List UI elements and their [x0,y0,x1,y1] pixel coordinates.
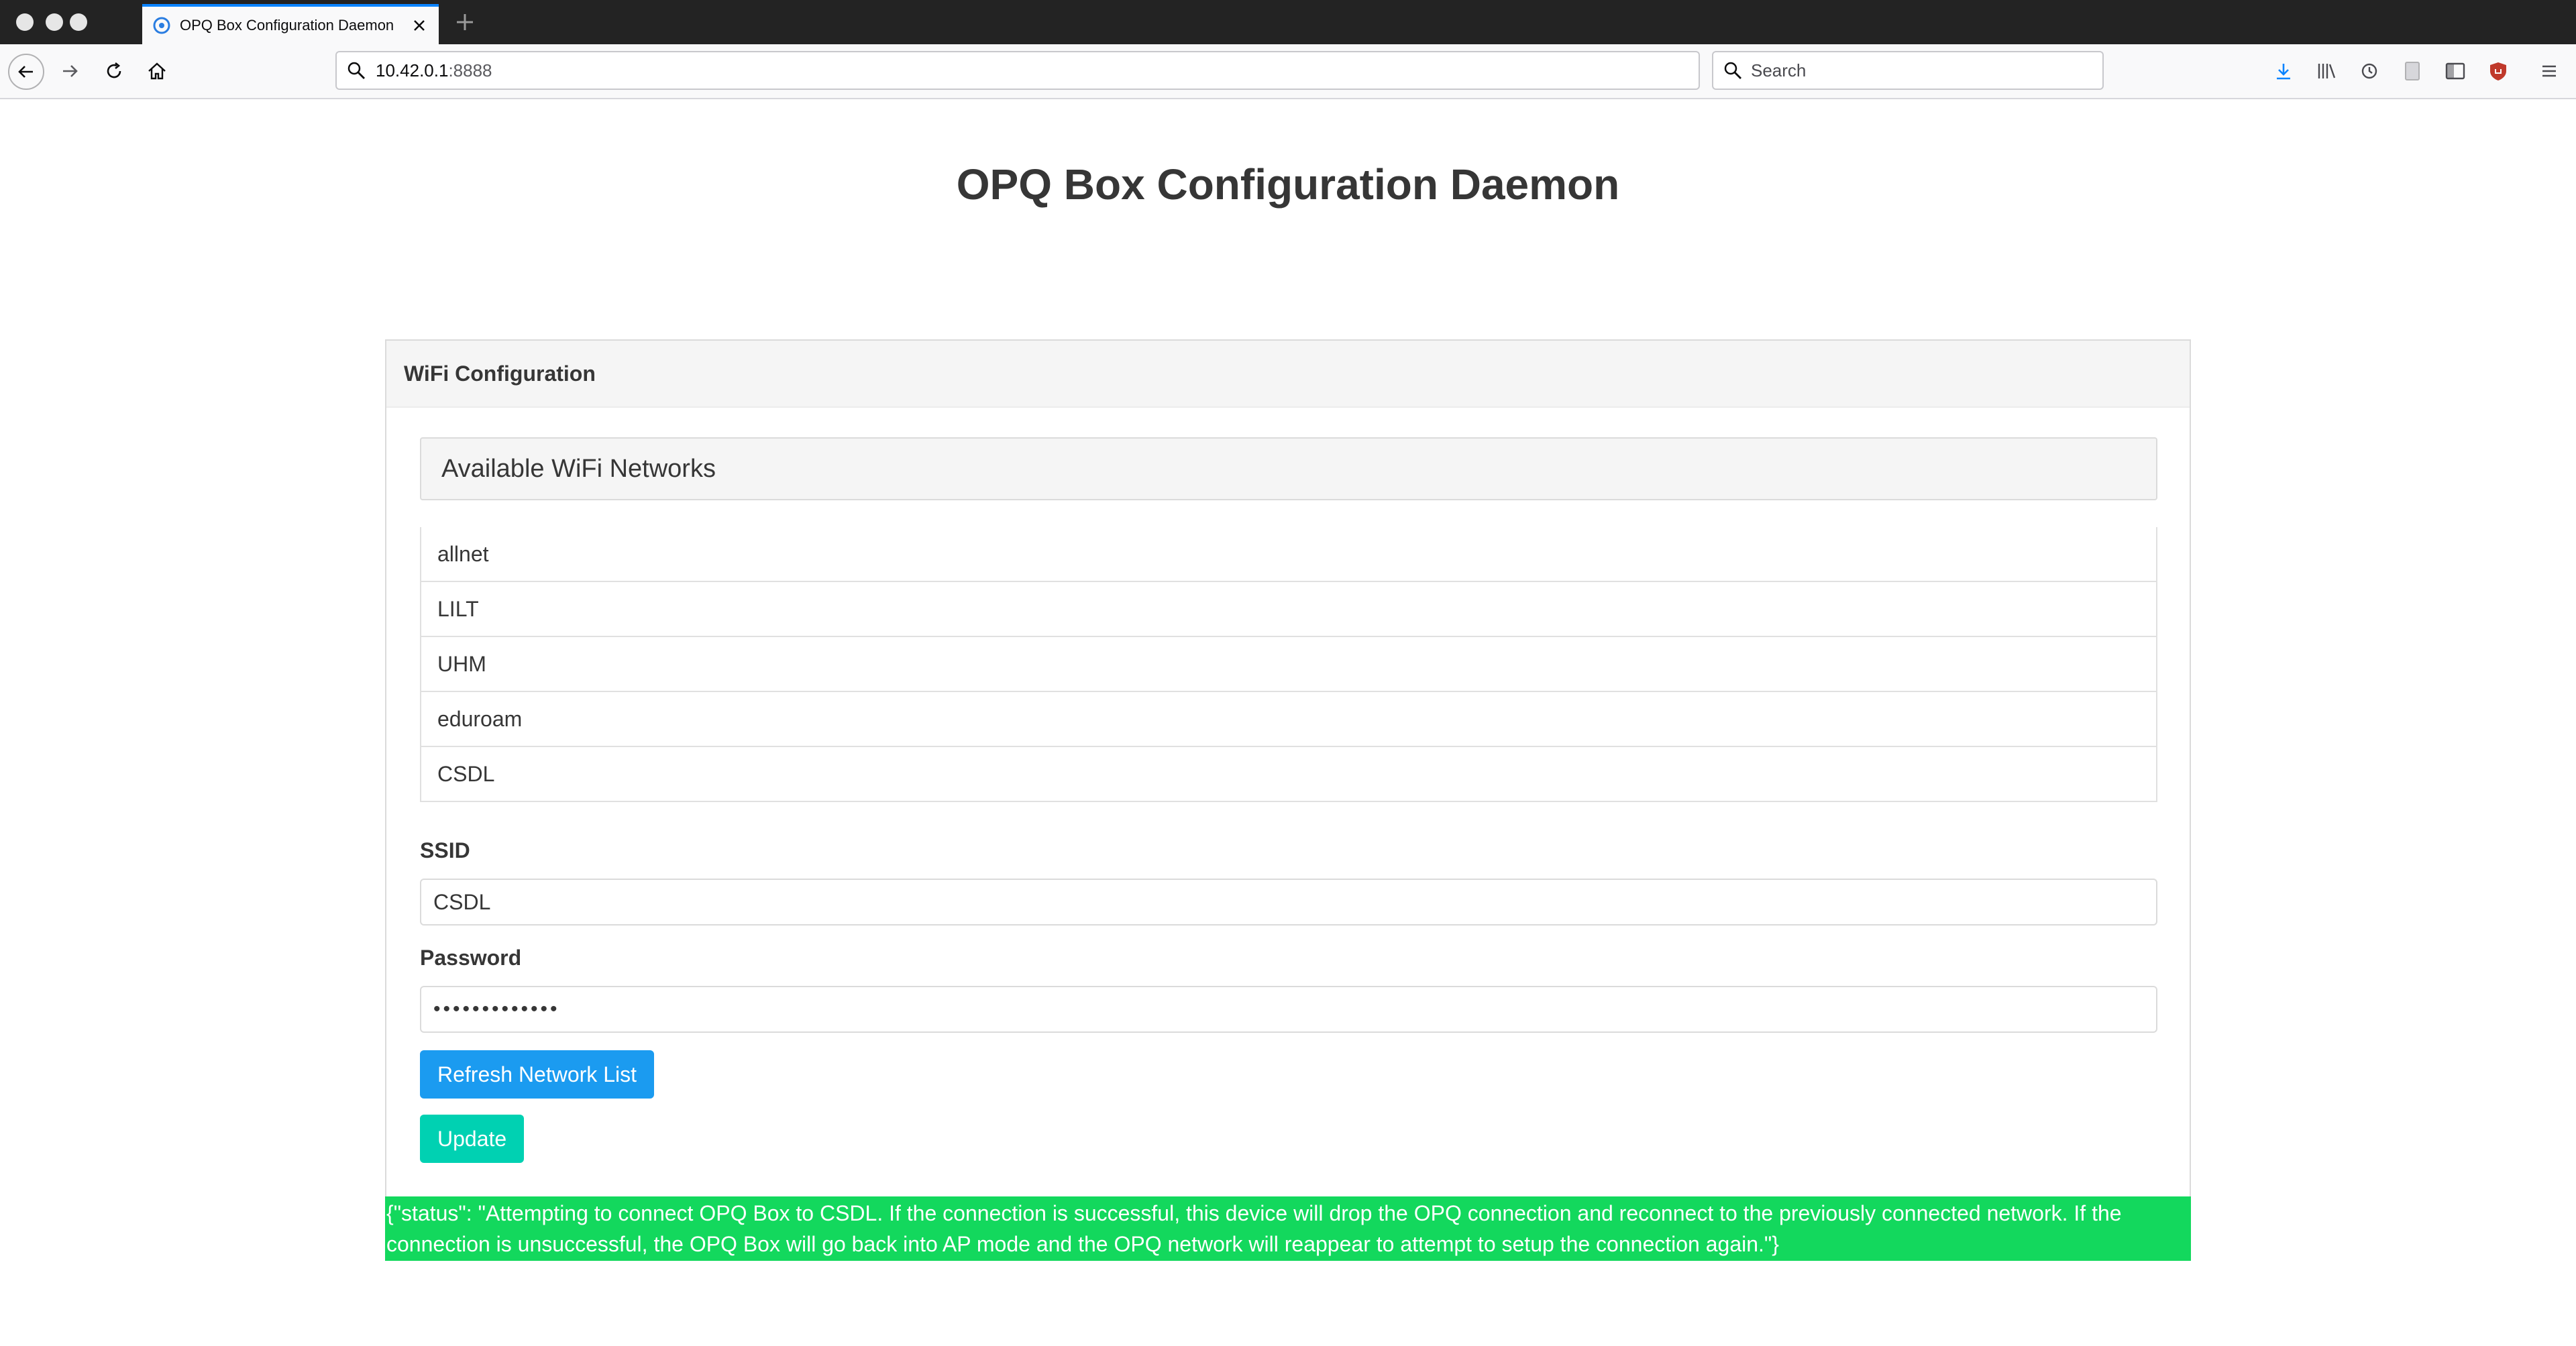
forward-icon [63,65,78,77]
new-tab-icon[interactable] [452,9,478,35]
search-icon [1724,62,1741,79]
sidebar-icon [2445,62,2465,80]
wifi-config-card: WiFi Configuration Available WiFi Networ… [385,339,2191,1261]
tab-close-icon[interactable] [409,15,429,36]
browser-toolbar: 10.42.0.1:8888 [0,44,2576,99]
reload-icon [107,62,121,78]
address-bar[interactable]: 10.42.0.1:8888 [335,51,1700,90]
url-port: :8888 [448,60,492,80]
reload-button[interactable] [97,54,131,89]
search-bar[interactable] [1712,51,2104,90]
history-icon [2361,63,2377,79]
home-button[interactable] [140,54,174,89]
ssid-field[interactable] [420,879,2157,926]
url-host: 10.42.0.1 [376,60,449,80]
window-zoom-dot[interactable] [70,13,87,31]
window-close-dot[interactable] [16,13,34,31]
menu-icon [2542,65,2556,77]
networks-heading: Available WiFi Networks [420,437,2157,500]
forward-button[interactable] [52,54,87,89]
network-item[interactable]: eduroam [421,691,2156,746]
network-list: allnet LILT UHM eduroam CSDL [420,527,2157,802]
back-button[interactable] [8,54,44,90]
search-icon [347,62,365,79]
page-title: OPQ Box Configuration Daemon [956,160,1620,209]
menu-button[interactable] [2532,54,2567,89]
network-item[interactable]: LILT [421,581,2156,636]
download-icon [2277,64,2290,80]
downloads-button[interactable] [2266,54,2301,89]
status-message: {"status": "Attempting to connect OPQ Bo… [385,1196,2191,1261]
password-label: Password [420,946,522,970]
tab-title: OPQ Box Configuration Daemon [180,17,394,34]
home-icon [148,62,166,80]
history-button[interactable] [2352,54,2387,89]
refresh-network-list-button[interactable]: Refresh Network List [420,1050,654,1099]
network-item[interactable]: UHM [421,636,2156,691]
update-button[interactable]: Update [420,1115,525,1163]
card-header: WiFi Configuration [386,341,2190,408]
sidebar-button[interactable] [2438,54,2473,89]
extension-button[interactable] [2481,54,2516,89]
tab-favicon-icon [153,17,170,34]
library-icon [2318,64,2336,78]
browser-tab[interactable]: OPQ Box Configuration Daemon [142,4,439,44]
network-item[interactable]: allnet [421,527,2156,581]
ssid-label: SSID [420,838,470,862]
shield-extension-icon [2490,62,2506,80]
network-item[interactable]: CSDL [421,746,2156,801]
back-icon [18,66,33,78]
reader-icon [2405,62,2420,80]
search-input[interactable] [1751,60,2073,81]
library-button[interactable] [2309,54,2344,89]
reader-button[interactable] [2395,54,2430,89]
window-minimize-dot[interactable] [46,13,63,31]
browser-titlebar: OPQ Box Configuration Daemon [0,0,2576,44]
password-field[interactable] [420,986,2157,1033]
